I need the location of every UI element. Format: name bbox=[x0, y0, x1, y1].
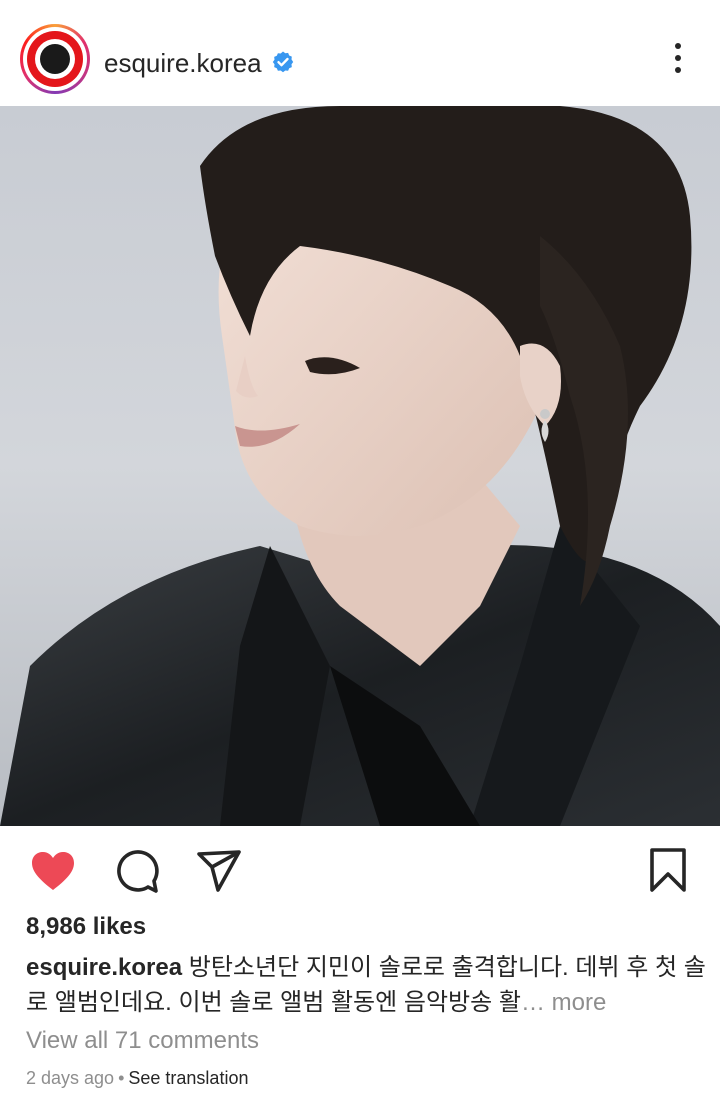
profile-avatar[interactable] bbox=[20, 24, 90, 94]
post-username[interactable]: esquire.korea bbox=[104, 48, 262, 79]
share-icon[interactable] bbox=[196, 848, 242, 894]
meta-separator: • bbox=[118, 1068, 125, 1088]
post-caption: esquire.korea 방탄소년단 지민이 솔로로 출격합니다. 데뷔 후 … bbox=[26, 950, 706, 1020]
post-actions bbox=[0, 826, 720, 916]
caption-more-link[interactable]: … more bbox=[521, 989, 606, 1016]
verified-badge-icon bbox=[272, 51, 294, 73]
post-timestamp: 2 days ago bbox=[26, 1068, 115, 1088]
likes-count[interactable]: 8,986 likes bbox=[26, 913, 146, 941]
see-translation-link[interactable]: See translation bbox=[128, 1068, 248, 1088]
view-comments-link[interactable]: View all 71 comments bbox=[26, 1027, 259, 1055]
post-meta: 2 days ago • See translation bbox=[26, 1068, 248, 1089]
save-icon[interactable] bbox=[648, 848, 688, 892]
portrait-photo bbox=[0, 106, 720, 826]
post-header: esquire.korea bbox=[0, 0, 720, 106]
heart-icon[interactable] bbox=[30, 850, 76, 892]
post-photo[interactable] bbox=[0, 106, 720, 826]
caption-username[interactable]: esquire.korea bbox=[26, 954, 182, 981]
more-options-icon[interactable] bbox=[666, 40, 690, 76]
comment-icon[interactable] bbox=[113, 848, 159, 894]
esquire-logo bbox=[27, 31, 83, 87]
